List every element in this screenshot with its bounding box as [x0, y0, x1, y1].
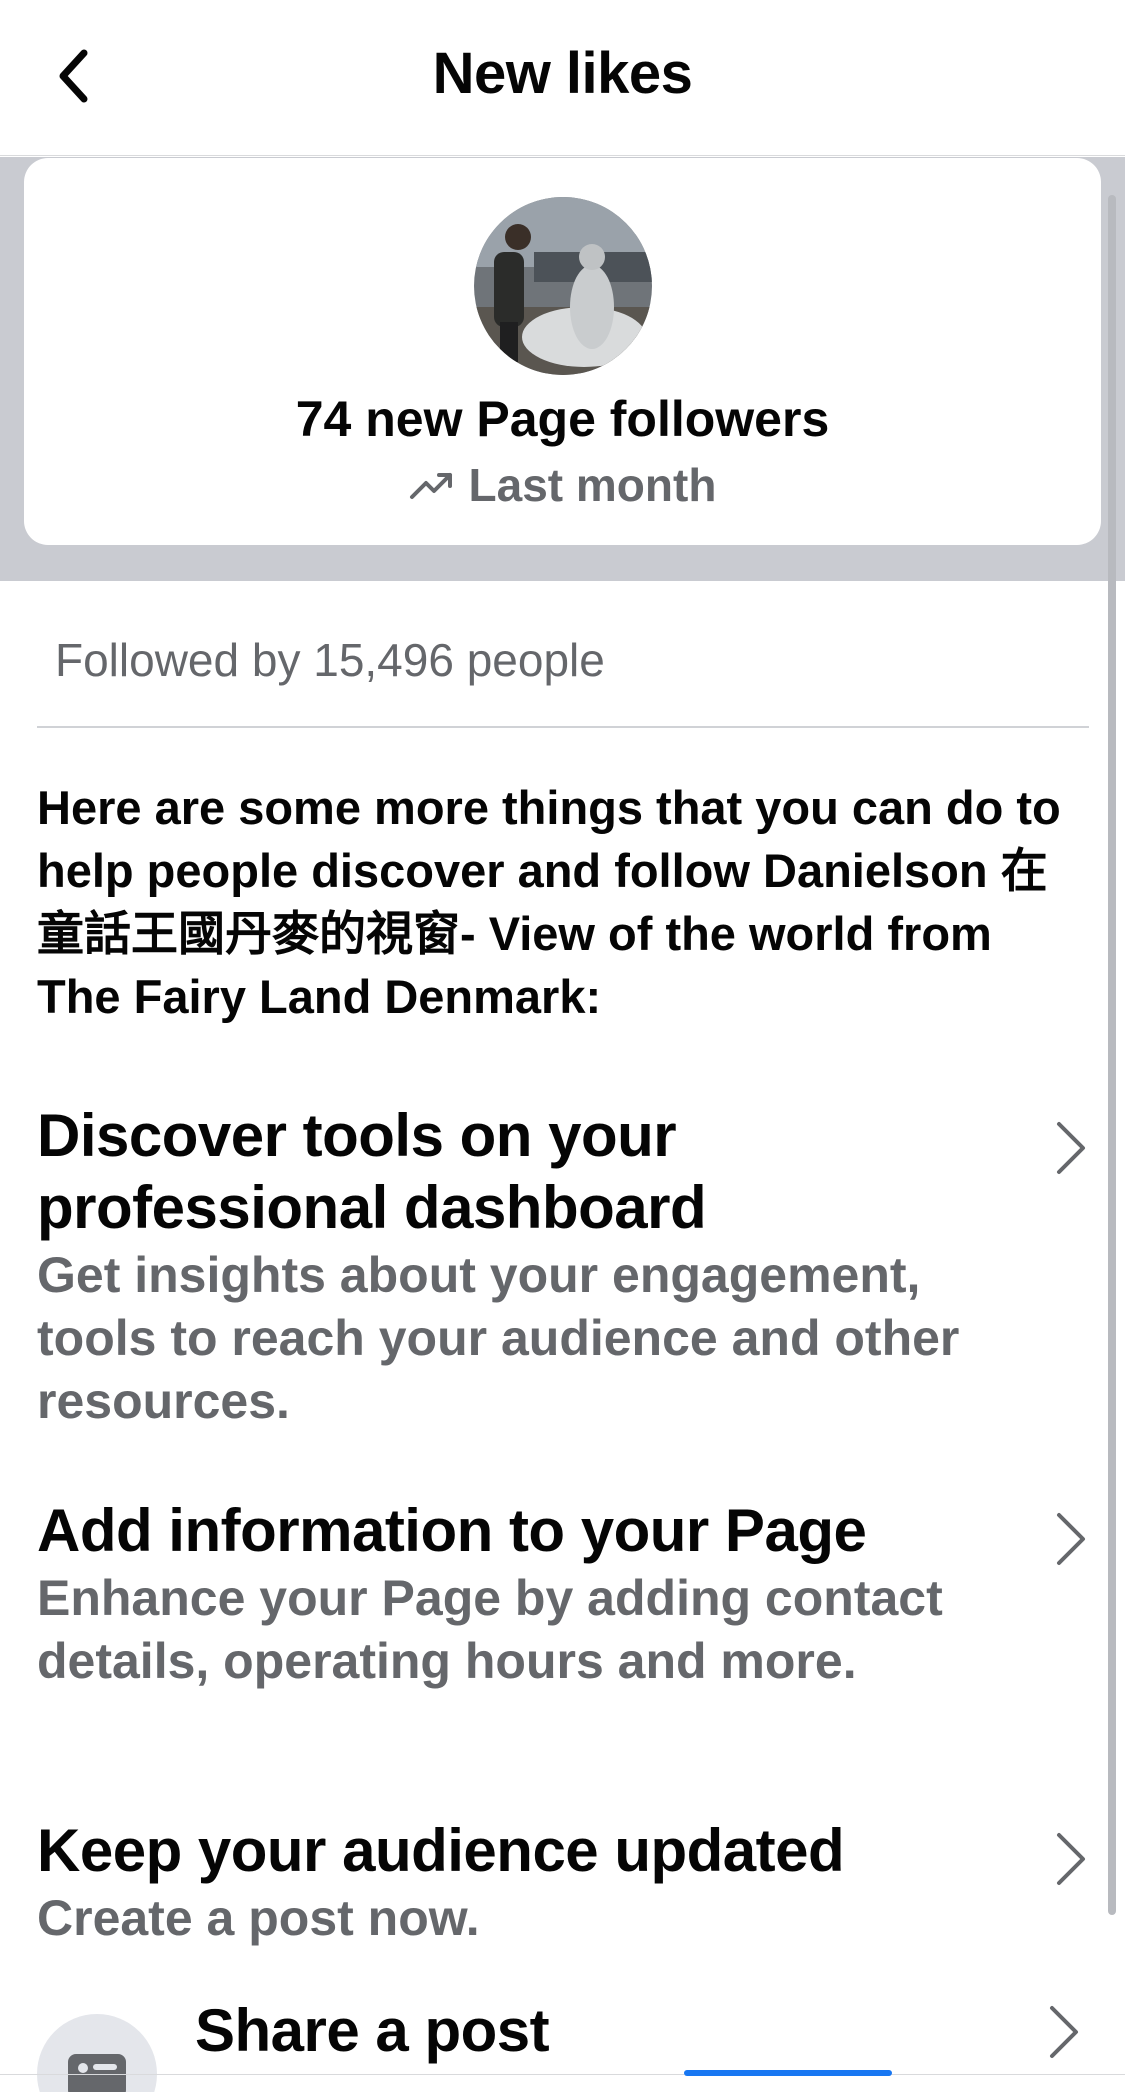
divider	[37, 726, 1089, 728]
action-title: Add information to your Page	[37, 1497, 867, 1564]
action-discover-tools[interactable]: Discover tools on your professional dash…	[37, 1100, 1097, 1435]
period-indicator: Last month	[0, 458, 1125, 512]
page-title: New likes	[432, 41, 693, 106]
intro-text: Here are some more things that you can d…	[37, 781, 1061, 1023]
action-title: Keep your audience updated	[37, 1817, 845, 1884]
action-description: Create a post now.	[37, 1890, 480, 1946]
page-avatar	[474, 197, 652, 375]
action-keep-audience-updated[interactable]: Keep your audience updated Create a post…	[37, 1815, 1097, 1955]
period-label: Last month	[468, 459, 717, 511]
chevron-right-icon	[1057, 1833, 1085, 1885]
followed-by-count: Followed by 15,496 people	[55, 634, 605, 686]
chevron-right-icon	[1057, 1513, 1085, 1565]
share-post-row[interactable]: Share a post	[0, 1988, 1125, 2092]
action-description: Enhance your Page by adding contact deta…	[37, 1570, 943, 1689]
tab-indicator	[684, 2070, 892, 2076]
new-followers-count: 74 new Page followers	[295, 391, 830, 447]
post-icon	[37, 2014, 157, 2092]
action-title: Discover tools on your professional dash…	[37, 1102, 707, 1241]
bottom-divider	[0, 2074, 1125, 2075]
scrollbar[interactable]	[1108, 195, 1116, 1915]
share-post-title: Share a post	[195, 1997, 550, 2064]
action-add-information[interactable]: Add information to your Page Enhance you…	[37, 1495, 1097, 1755]
action-description: Get insights about your engagement, tool…	[37, 1247, 960, 1429]
trending-up-icon	[409, 473, 452, 499]
top-bar: New likes	[0, 0, 1125, 156]
chevron-right-icon	[1050, 2006, 1078, 2058]
chevron-right-icon	[1057, 1122, 1085, 1174]
